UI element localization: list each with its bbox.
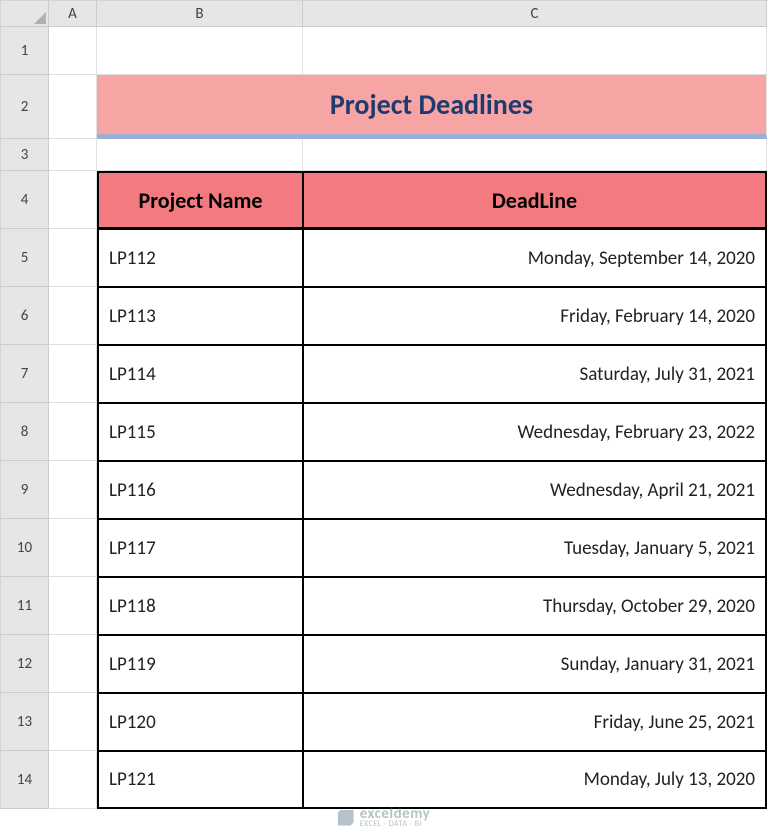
cell-deadline-3[interactable]: Wednesday, February 23, 2022 — [303, 403, 767, 461]
cell-deadline-5[interactable]: Tuesday, January 5, 2021 — [303, 519, 767, 577]
row-header-4[interactable]: 4 — [1, 171, 49, 229]
col-header-a[interactable]: A — [49, 1, 97, 27]
cell-a2[interactable] — [49, 75, 97, 139]
row-header-11[interactable]: 11 — [1, 577, 49, 635]
row-header-3[interactable]: 3 — [1, 139, 49, 171]
header-project-name[interactable]: Project Name — [97, 171, 303, 229]
cell-name-6[interactable]: LP118 — [97, 577, 303, 635]
col-header-b[interactable]: B — [97, 1, 303, 27]
cell-a14[interactable] — [49, 751, 97, 809]
cell-a5[interactable] — [49, 229, 97, 287]
cell-b1[interactable] — [97, 27, 303, 75]
cell-a4[interactable] — [49, 171, 97, 229]
row-header-13[interactable]: 13 — [1, 693, 49, 751]
row-header-2[interactable]: 2 — [1, 75, 49, 139]
cell-deadline-6[interactable]: Thursday, October 29, 2020 — [303, 577, 767, 635]
cell-b3[interactable] — [97, 139, 303, 171]
cell-deadline-4[interactable]: Wednesday, April 21, 2021 — [303, 461, 767, 519]
spreadsheet-grid: A B C 1 2 Project Deadlines 3 4 Project … — [0, 0, 768, 809]
row-header-7[interactable]: 7 — [1, 345, 49, 403]
row-header-10[interactable]: 10 — [1, 519, 49, 577]
row-header-9[interactable]: 9 — [1, 461, 49, 519]
cell-deadline-8[interactable]: Friday, June 25, 2021 — [303, 693, 767, 751]
row-header-6[interactable]: 6 — [1, 287, 49, 345]
row-header-14[interactable]: 14 — [1, 751, 49, 809]
cell-name-2[interactable]: LP114 — [97, 345, 303, 403]
col-header-c[interactable]: C — [303, 1, 767, 27]
cell-deadline-7[interactable]: Sunday, January 31, 2021 — [303, 635, 767, 693]
cell-c3[interactable] — [303, 139, 767, 171]
watermark-logo-icon — [338, 810, 354, 826]
cell-deadline-9[interactable]: Monday, July 13, 2020 — [303, 751, 767, 809]
cell-deadline-1[interactable]: Friday, February 14, 2020 — [303, 287, 767, 345]
cell-name-7[interactable]: LP119 — [97, 635, 303, 693]
row-header-5[interactable]: 5 — [1, 229, 49, 287]
watermark-sub: EXCEL · DATA · BI — [360, 820, 431, 828]
cell-a12[interactable] — [49, 635, 97, 693]
cell-a13[interactable] — [49, 693, 97, 751]
cell-name-5[interactable]: LP117 — [97, 519, 303, 577]
cell-a8[interactable] — [49, 403, 97, 461]
title-cell[interactable]: Project Deadlines — [97, 75, 767, 139]
cell-a9[interactable] — [49, 461, 97, 519]
cell-c1[interactable] — [303, 27, 767, 75]
row-header-1[interactable]: 1 — [1, 27, 49, 75]
row-header-12[interactable]: 12 — [1, 635, 49, 693]
cell-name-9[interactable]: LP121 — [97, 751, 303, 809]
cell-a7[interactable] — [49, 345, 97, 403]
cell-a10[interactable] — [49, 519, 97, 577]
cell-a3[interactable] — [49, 139, 97, 171]
cell-name-0[interactable]: LP112 — [97, 229, 303, 287]
cell-name-8[interactable]: LP120 — [97, 693, 303, 751]
cell-a11[interactable] — [49, 577, 97, 635]
row-header-8[interactable]: 8 — [1, 403, 49, 461]
header-deadline[interactable]: DeadLine — [303, 171, 767, 229]
select-all-corner[interactable] — [1, 1, 49, 27]
cell-name-4[interactable]: LP116 — [97, 461, 303, 519]
cell-a1[interactable] — [49, 27, 97, 75]
cell-name-1[interactable]: LP113 — [97, 287, 303, 345]
watermark: exceldemy EXCEL · DATA · BI — [338, 807, 431, 828]
cell-name-3[interactable]: LP115 — [97, 403, 303, 461]
cell-a6[interactable] — [49, 287, 97, 345]
cell-deadline-0[interactable]: Monday, September 14, 2020 — [303, 229, 767, 287]
cell-deadline-2[interactable]: Saturday, July 31, 2021 — [303, 345, 767, 403]
